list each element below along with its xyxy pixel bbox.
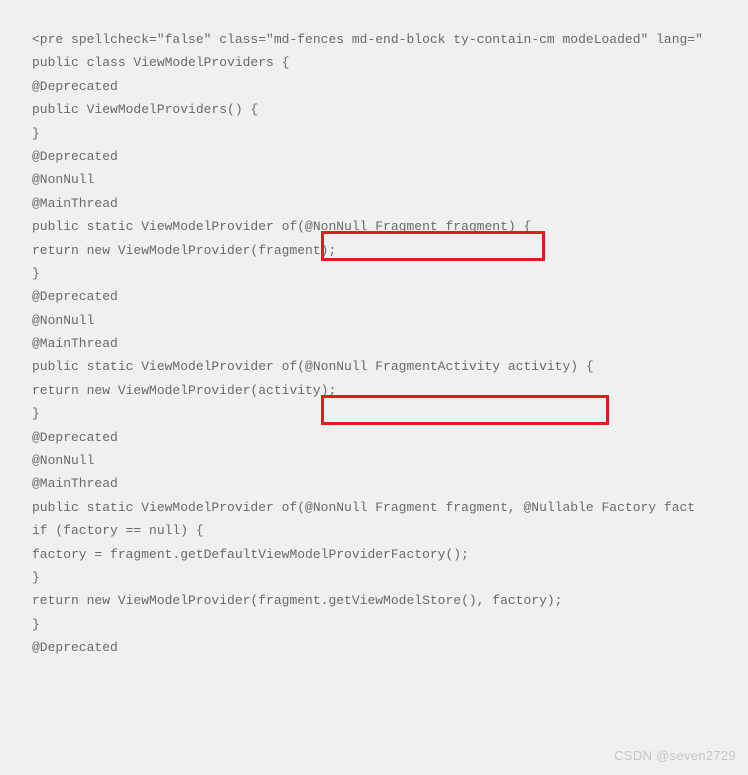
code-line: @NonNull [32,449,716,472]
code-line: } [32,402,716,425]
code-line: public static ViewModelProvider of(@NonN… [32,215,716,238]
code-block: <pre spellcheck="false" class="md-fences… [32,28,716,660]
code-line: } [32,613,716,636]
code-line: @NonNull [32,168,716,191]
code-line: public class ViewModelProviders { [32,51,716,74]
code-line: @MainThread [32,472,716,495]
watermark: CSDN @seven2729 [614,744,736,767]
code-line: public ViewModelProviders() { [32,98,716,121]
code-line: return new ViewModelProvider(fragment.ge… [32,589,716,612]
code-line: } [32,262,716,285]
code-line: } [32,566,716,589]
code-line: public static ViewModelProvider of(@NonN… [32,496,716,519]
code-line: return new ViewModelProvider(fragment); [32,239,716,262]
code-line: @Deprecated [32,145,716,168]
code-line: @Deprecated [32,75,716,98]
code-line: factory = fragment.getDefaultViewModelPr… [32,543,716,566]
code-line: @Deprecated [32,426,716,449]
code-line: } [32,122,716,145]
code-line: return new ViewModelProvider(activity); [32,379,716,402]
code-line: @MainThread [32,332,716,355]
code-line: public static ViewModelProvider of(@NonN… [32,355,716,378]
code-line: @Deprecated [32,636,716,659]
code-line: @Deprecated [32,285,716,308]
code-line: @MainThread [32,192,716,215]
code-line: @NonNull [32,309,716,332]
code-line: if (factory == null) { [32,519,716,542]
code-line: <pre spellcheck="false" class="md-fences… [32,28,716,51]
